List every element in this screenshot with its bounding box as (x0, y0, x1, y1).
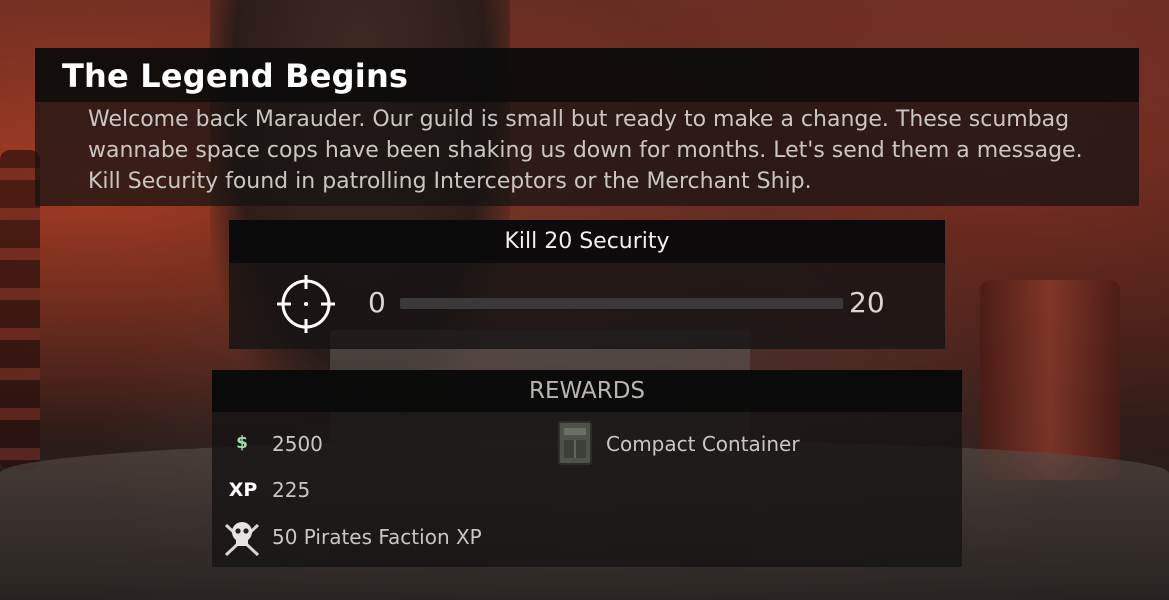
container-icon (558, 421, 592, 465)
rewards-title: REWARDS (528, 378, 646, 404)
background-barrel (980, 280, 1120, 480)
objective-title-bar: Kill 20 Security (229, 220, 945, 263)
reward-item-label: Compact Container (606, 432, 800, 456)
progress-bar (400, 298, 843, 309)
reward-faction: 50 Pirates Faction XP (212, 515, 612, 561)
reward-xp: XP 225 (212, 474, 512, 510)
money-icon: $ (236, 433, 248, 453)
reward-money: $ 2500 (212, 428, 512, 464)
objective-title: Kill 20 Security (504, 229, 670, 254)
progress-max: 20 (849, 286, 885, 319)
quest-description: Welcome back Marauder. Our guild is smal… (88, 107, 1083, 194)
xp-icon: XP (228, 479, 258, 501)
objective-panel: Kill 20 Security 0 20 (229, 220, 945, 349)
reward-faction-label: 50 Pirates Faction XP (272, 525, 482, 549)
background-chain (0, 150, 40, 470)
reward-money-value: 2500 (272, 432, 323, 456)
quest-title: The Legend Begins (62, 57, 409, 95)
quest-header-panel: The Legend Begins Welcome back Marauder.… (35, 48, 1139, 206)
rewards-title-bar: REWARDS (212, 370, 962, 412)
crosshair-icon (277, 275, 335, 333)
reward-xp-value: 225 (272, 478, 311, 502)
reward-item: Compact Container (556, 420, 936, 468)
quest-title-bar: The Legend Begins (35, 48, 1139, 102)
progress-current: 0 (368, 286, 386, 319)
skull-crossed-swords-icon (224, 522, 260, 557)
rewards-panel: REWARDS $ 2500 XP 225 50 Pirates Faction… (212, 370, 962, 567)
